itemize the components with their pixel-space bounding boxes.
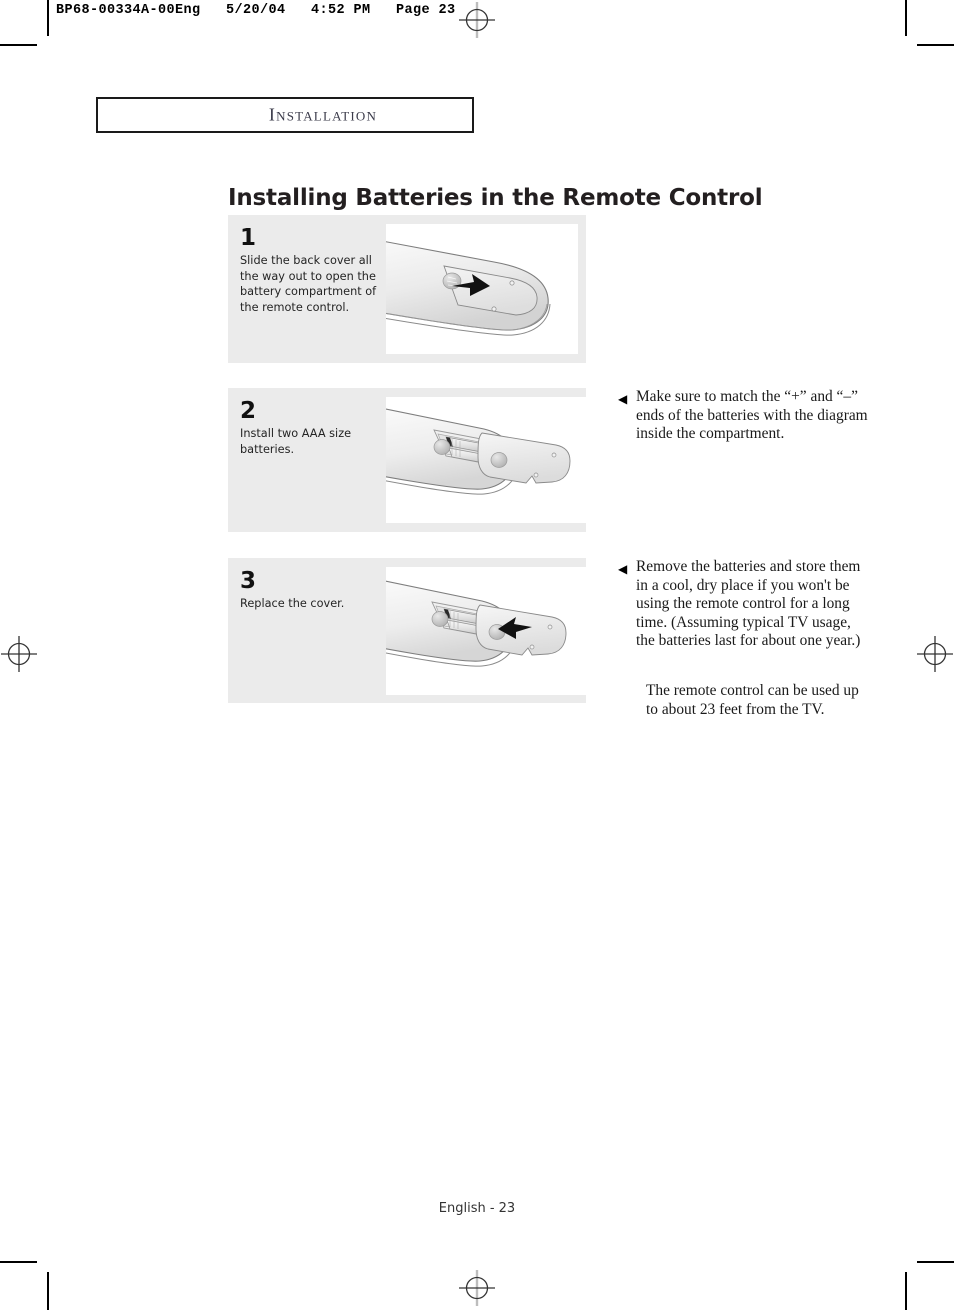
registration-mark-left: [1, 636, 37, 672]
registration-mark-top: [459, 2, 495, 38]
step-panel-1: 1 Slide the back cover all the way out t…: [228, 215, 586, 363]
note-battery-storage-text: Remove the batteries and store them in a…: [636, 558, 861, 650]
note-match-polarity: ◀ Make sure to match the “+” and “–” end…: [618, 388, 868, 444]
page-title: Installing Batteries in the Remote Contr…: [228, 185, 763, 212]
step-2-number: 2: [240, 398, 257, 424]
section-header-label: Installation: [268, 104, 378, 125]
crop-mark-top-right-horizontal: [917, 44, 954, 46]
step-panel-2: 2 Install two AAA size batteries.: [228, 388, 586, 532]
step-1-description: Slide the back cover all the way out to …: [240, 254, 377, 314]
note-remote-range: The remote control can be used up to abo…: [646, 682, 859, 718]
step-panel-3: 3 Replace the cover.: [228, 558, 586, 703]
remote-back-cover-slide-open-icon: [386, 224, 578, 354]
note-bullet-icon-2: ◀: [618, 562, 628, 576]
step-3-text-block: 3 Replace the cover.: [240, 570, 388, 612]
step-2-text-block: 2 Install two AAA size batteries.: [240, 400, 388, 457]
crop-mark-bottom-right-horizontal: [917, 1261, 954, 1263]
note-bullet-icon-1: ◀: [618, 392, 628, 406]
step-3-description: Replace the cover.: [240, 597, 345, 610]
registration-mark-right: [917, 636, 953, 672]
step-2-description: Install two AAA size batteries.: [240, 427, 352, 456]
crop-mark-top-right-vertical: [905, 0, 907, 36]
note-match-polarity-text: Make sure to match the “+” and “–” ends …: [636, 388, 868, 443]
step-3-figure: [386, 567, 586, 695]
step-1-figure: [386, 224, 578, 354]
crop-mark-top-left-horizontal: [0, 44, 37, 46]
crop-mark-top-left-vertical: [47, 0, 49, 36]
step-2-figure: [386, 397, 586, 523]
page-footer: English - 23: [438, 1201, 516, 1216]
crop-mark-bottom-right-vertical: [905, 1272, 907, 1310]
remote-replace-cover-icon: [386, 567, 586, 695]
print-slug: BP68-00334A-00Eng 5/20/04 4:52 PM Page 2…: [56, 3, 456, 18]
remote-insert-batteries-icon: [386, 397, 586, 523]
note-battery-storage: ◀ Remove the batteries and store them in…: [618, 558, 870, 651]
step-1-text-block: 1 Slide the back cover all the way out t…: [240, 227, 388, 315]
crop-mark-bottom-left-horizontal: [0, 1261, 37, 1263]
step-1-number: 1: [240, 225, 257, 251]
registration-mark-bottom: [459, 1270, 495, 1306]
section-header-box: Installation: [96, 97, 474, 133]
crop-mark-bottom-left-vertical: [47, 1272, 49, 1310]
step-3-number: 3: [240, 568, 257, 594]
